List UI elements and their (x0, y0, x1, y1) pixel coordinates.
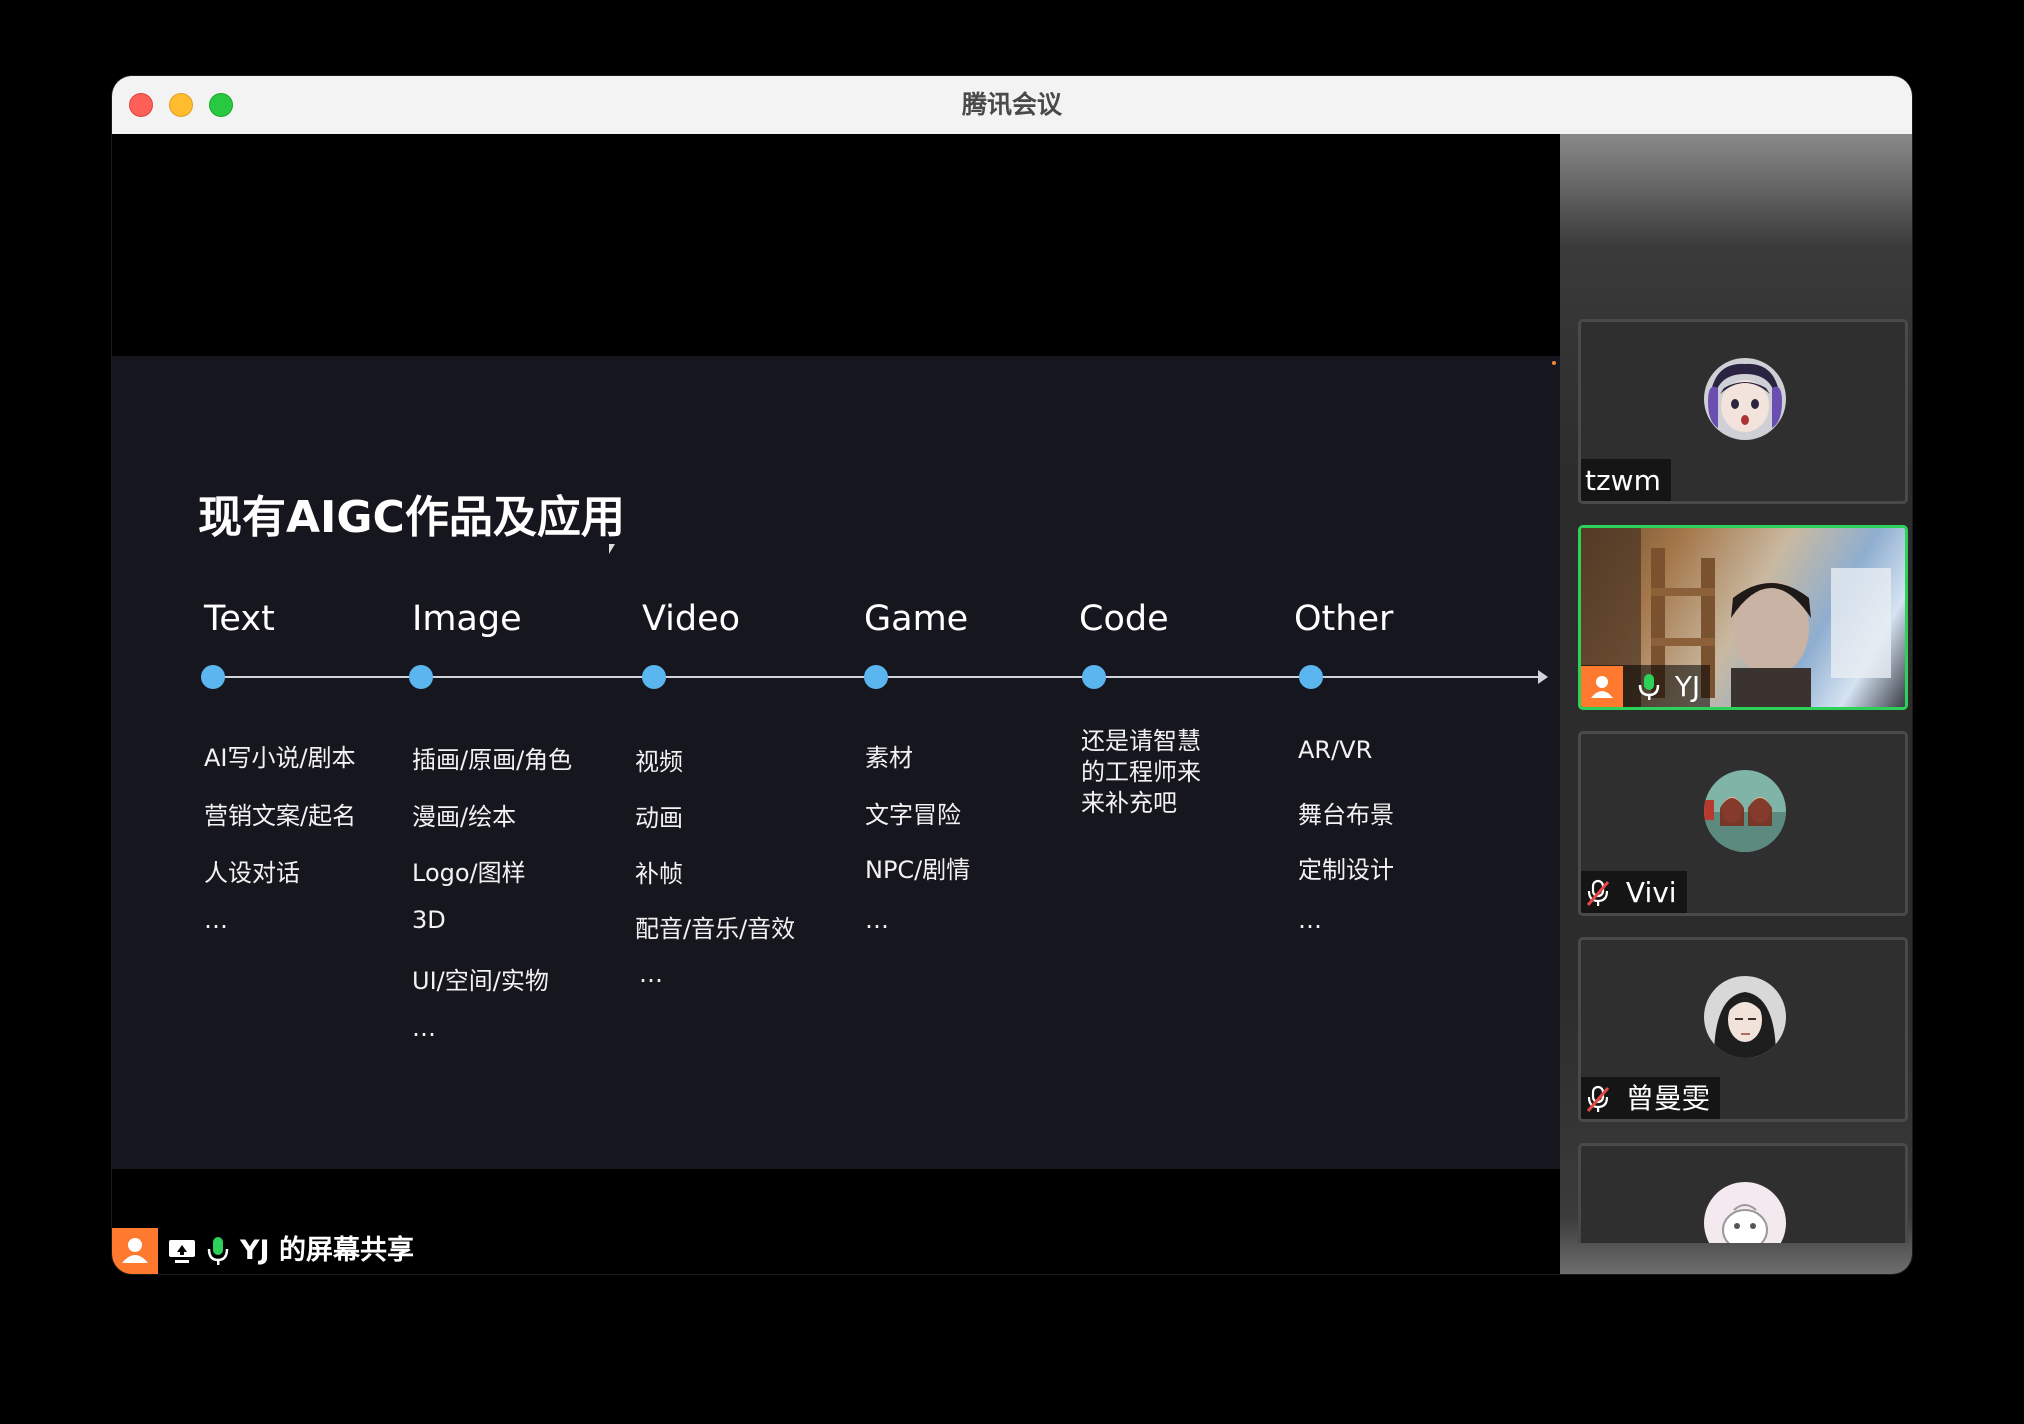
category-label: Code (1079, 599, 1169, 639)
list-item: 插画/原画/角色 (412, 746, 573, 774)
timeline-dot (642, 665, 666, 689)
list-item: 漫画/绘本 (412, 803, 517, 831)
mouse-cursor-icon (609, 544, 615, 554)
list-item: 视频 (635, 748, 683, 776)
category-label: Game (864, 599, 969, 639)
timeline-dot (864, 665, 888, 689)
slide-title: 现有AIGC作品及应用 (198, 492, 625, 543)
category-label: Video (642, 599, 741, 639)
list-item: Logo/图样 (412, 859, 526, 887)
participant-tile[interactable]: 曾曼雯 (1578, 937, 1908, 1122)
list-item: … (204, 906, 228, 934)
category-label: Text (204, 599, 275, 639)
participant-gallery[interactable]: tzwm YJ Vivi 曾曼雯 (1560, 134, 1912, 1274)
list-item: 定制设计 (1298, 856, 1394, 884)
window-title: 腾讯会议 (961, 90, 1062, 119)
presenter-label: YJ 的屏幕共享 (240, 1235, 414, 1266)
list-item: 文字冒险 (865, 801, 961, 829)
list-item: 动画 (635, 804, 683, 832)
participant-tile[interactable]: Vivi (1578, 731, 1908, 916)
participant-name: tzwm (1585, 464, 1661, 497)
list-item: 素材 (865, 744, 913, 772)
list-item: NPC/剧情 (865, 856, 971, 884)
title-bar: 腾讯会议 (112, 76, 1912, 135)
list-item: AR/VR (1298, 736, 1373, 764)
participant-name-label: YJ (1581, 665, 1711, 707)
list-item: 还是请智慧的工程师来来补充吧 (1081, 727, 1201, 817)
meeting-window: 腾讯会议 现有AIGC作品及应用 Text AI写小说/剧本 营销文案/起名 人… (112, 76, 1912, 1274)
pointer-dot (1552, 361, 1556, 365)
timeline-dot (1299, 665, 1323, 689)
list-item: 舞台布景 (1298, 801, 1394, 829)
list-item: … (639, 960, 663, 988)
person-icon (1591, 676, 1613, 698)
category-label: Other (1294, 599, 1394, 639)
cartoon-avatar-icon (1704, 1182, 1786, 1243)
screen-share-area[interactable]: 现有AIGC作品及应用 Text AI写小说/剧本 营销文案/起名 人设对话 …… (112, 134, 1560, 1274)
timeline-dot (201, 665, 225, 689)
participant-name-label: 曾曼雯 (1581, 1077, 1720, 1119)
participant-tile-active-speaker[interactable]: YJ (1578, 525, 1908, 710)
list-item: AI写小说/剧本 (204, 744, 356, 772)
photo-avatar-icon (1704, 770, 1786, 852)
microphone-icon (1638, 674, 1660, 700)
timeline-arrow-icon (1538, 670, 1548, 684)
microphone-muted-icon (1586, 879, 1610, 906)
participant-tile[interactable]: tzwm (1578, 319, 1908, 504)
participant-tile[interactable] (1578, 1143, 1908, 1243)
participant-name-label: tzwm (1581, 459, 1671, 501)
category-label: Image (412, 599, 522, 639)
shared-slide: 现有AIGC作品及应用 Text AI写小说/剧本 营销文案/起名 人设对话 …… (112, 356, 1560, 1169)
participant-name-label: Vivi (1581, 871, 1687, 913)
participant-name: Vivi (1625, 876, 1677, 909)
screen-share-icon (169, 1240, 195, 1263)
participant-name: 曾曼雯 (1625, 1082, 1710, 1115)
presenter-badge (112, 1228, 158, 1274)
microphone-icon (207, 1237, 229, 1265)
photo-avatar-icon (1704, 976, 1786, 1058)
anime-avatar-icon (1704, 358, 1786, 440)
timeline-dot (409, 665, 433, 689)
screen-share-status-bar: YJ 的屏幕共享 (112, 1228, 532, 1274)
list-item: 补帧 (635, 860, 683, 888)
list-item: 3D (412, 906, 446, 934)
participant-name: YJ (1674, 670, 1701, 703)
list-item: 营销文案/起名 (204, 802, 357, 830)
person-icon (122, 1238, 148, 1263)
host-badge (1581, 666, 1623, 707)
list-item: … (865, 906, 889, 934)
list-item: … (412, 1014, 436, 1042)
list-item: 人设对话 (204, 859, 300, 887)
list-item: 配音/音乐/音效 (635, 915, 796, 943)
list-item: … (1298, 906, 1322, 934)
microphone-muted-icon (1586, 1085, 1610, 1112)
list-item: UI/空间/实物 (412, 967, 549, 995)
timeline-dot (1082, 665, 1106, 689)
